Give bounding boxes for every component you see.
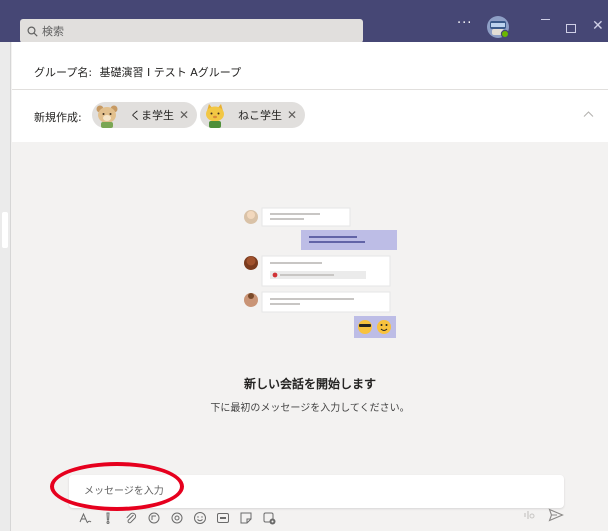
- empty-state-title: 新しい会話を開始します: [243, 377, 376, 391]
- rail-handle: [2, 212, 8, 248]
- conversation-illustration: [244, 207, 397, 338]
- attach-icon[interactable]: [122, 509, 140, 527]
- left-rail: [0, 42, 11, 531]
- priority-icon[interactable]: [99, 509, 117, 527]
- send-icon[interactable]: [548, 508, 564, 522]
- loop-icon[interactable]: [145, 509, 163, 527]
- empty-state-subtitle: 下に最初のメッセージを入力してください。: [210, 403, 410, 414]
- recipient-label: ねこ学生: [238, 109, 282, 122]
- remove-recipient-icon[interactable]: ✕: [179, 108, 189, 122]
- format-icon[interactable]: [76, 509, 94, 527]
- group-name[interactable]: グループ名: 基礎演習 I テスト Aグループ: [34, 64, 241, 80]
- search-placeholder: 検索: [42, 25, 64, 38]
- user-avatar-icon[interactable]: [486, 15, 510, 39]
- message-input[interactable]: [84, 480, 544, 502]
- maximize-icon[interactable]: [566, 24, 576, 33]
- close-icon[interactable]: ✕: [592, 18, 604, 34]
- send-area: [522, 508, 564, 522]
- emoji-icon[interactable]: [191, 509, 209, 527]
- recipient-chip[interactable]: ねこ学生 ✕: [200, 102, 306, 128]
- loop-component-icon[interactable]: [168, 509, 186, 527]
- search-box[interactable]: 検索: [20, 19, 363, 43]
- group-name-value: 基礎演習 I テスト Aグループ: [99, 66, 242, 79]
- gif-icon[interactable]: [214, 509, 232, 527]
- compose-toolbar: [76, 508, 278, 528]
- remove-recipient-icon[interactable]: ✕: [287, 108, 297, 122]
- dictate-icon[interactable]: [522, 508, 536, 522]
- recipient-chip[interactable]: くま学生 ✕: [92, 102, 198, 128]
- search-icon: [27, 25, 38, 37]
- new-chat-label: 新規作成:: [34, 111, 82, 124]
- recipient-label: くま学生: [130, 109, 174, 122]
- minimize-icon[interactable]: [541, 19, 550, 20]
- group-name-label: グループ名:: [34, 66, 93, 79]
- sticker-icon[interactable]: [237, 509, 255, 527]
- more-options-icon[interactable]: [260, 509, 278, 527]
- cat-avatar-icon: [206, 104, 224, 128]
- more-options-button[interactable]: ···: [457, 16, 472, 31]
- chevron-up-icon[interactable]: [583, 110, 594, 118]
- bear-avatar-icon: [96, 105, 118, 128]
